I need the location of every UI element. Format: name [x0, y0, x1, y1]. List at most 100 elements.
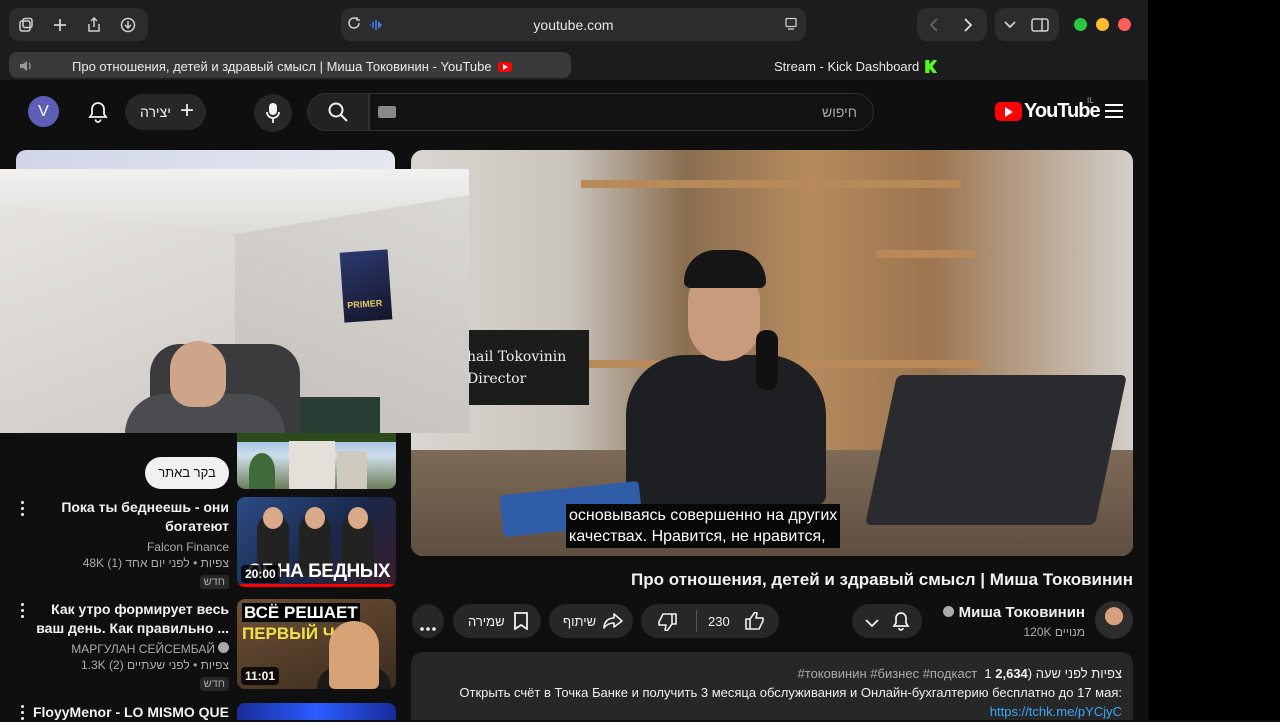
dislike-icon[interactable] [658, 613, 678, 634]
description-text: Открыть счёт в Точка Банке и получить 3 … [459, 685, 1122, 700]
channel-name[interactable]: Falcon Finance [29, 539, 229, 555]
create-label: יצירה [140, 104, 171, 120]
video-host [626, 245, 826, 505]
search-placeholder: חיפוש [822, 104, 857, 120]
close-window-button[interactable] [1118, 18, 1131, 31]
video-stats: 1.3K צפיות • לפני שעתיים (2) [80, 658, 229, 672]
thumbnail-face [348, 507, 368, 529]
microphone-icon [266, 102, 280, 129]
tab-kick[interactable]: Stream - Kick Dashboard [600, 52, 1140, 78]
split-view-icon[interactable] [1025, 8, 1055, 41]
address-bar[interactable]: youtube.com [341, 8, 806, 41]
download-icon[interactable] [111, 8, 145, 41]
channel-name[interactable]: МАРГУЛАН СЕЙСЕМБАЙ [29, 641, 229, 657]
video-shelf [876, 250, 976, 258]
forward-icon[interactable] [951, 8, 985, 41]
reader-icon[interactable] [784, 17, 798, 36]
separator [696, 610, 697, 632]
list-item[interactable]: FloyyMenor - LO MISMO QUE [29, 703, 229, 722]
more-options-icon[interactable] [21, 705, 25, 721]
sidebar-ad-card[interactable] [16, 150, 395, 170]
channel-name-main[interactable]: Миша Токовинин [942, 604, 1085, 621]
description-meta: #токовинин #бизнес #подкаст צפיות לפני ש… [798, 666, 1122, 681]
sign-role: Director [467, 371, 527, 387]
video-thumbnail[interactable] [237, 703, 396, 720]
like-dislike-group: 230 [641, 604, 779, 638]
sidebar-toggle-icon[interactable] [9, 8, 43, 41]
more-options-icon[interactable] [21, 603, 25, 619]
create-button[interactable]: יצירה + [125, 94, 206, 130]
save-button[interactable]: שמירה [453, 604, 541, 638]
search-input[interactable]: חיפוש [369, 93, 874, 131]
tab-youtube[interactable]: Про отношения, детей и здравый смысл | М… [9, 52, 571, 78]
subscribed-button[interactable] [852, 604, 922, 638]
share-button[interactable]: שיתוף [549, 604, 633, 638]
speaker-icon[interactable] [19, 59, 33, 77]
ellipsis-icon [420, 619, 436, 634]
logo-country-code: IL [1087, 96, 1094, 105]
keyboard-icon[interactable] [378, 106, 396, 118]
description-box[interactable]: #токовинин #бизнес #подкаст צפיות לפני ש… [411, 652, 1133, 720]
video-duration: 11:01 [241, 667, 280, 685]
thumbnail-caption-1: ВСЁ РЕШАЕТ [242, 603, 360, 622]
list-item[interactable]: Пока ты беднеешь - они богатеют Falcon F… [29, 498, 229, 590]
more-actions-button[interactable] [412, 604, 444, 638]
video-stats: 48K צפיות • לפני יום אחד (1) [82, 556, 229, 570]
share-icon[interactable] [77, 8, 111, 41]
video-player[interactable]: hail Tokovinin Director основываясь совер… [411, 150, 1133, 556]
video-thumbnail[interactable]: ОГ НА БЕДНЫХ 20:00 [237, 497, 396, 587]
kick-favicon-icon [925, 60, 938, 73]
video-duration: 20:00 [241, 565, 280, 583]
maximize-window-button[interactable] [1074, 18, 1087, 31]
thumbnail-building [337, 451, 367, 489]
video-title: Как утро формирует весь ваш день. Как пр… [36, 601, 229, 636]
new-badge: חדש [199, 575, 229, 589]
search-button[interactable] [307, 93, 369, 131]
description-hashtags[interactable]: #токовинин #бизнес #подкаст [798, 666, 978, 681]
like-count: 230 [708, 614, 730, 629]
visit-site-button[interactable]: בקר באתר [145, 457, 229, 489]
like-icon[interactable] [744, 611, 764, 633]
wall-sticker [300, 397, 380, 433]
subtitle-line-2: качествах. Нравится, не нравится, [569, 528, 826, 545]
browser-window: youtube.com Про отношения, детей и здрав… [0, 0, 1148, 720]
hamburger-menu-icon[interactable] [1105, 104, 1123, 118]
chevron-down-icon[interactable] [995, 8, 1025, 41]
host-shirt [626, 355, 826, 505]
video-thumbnail[interactable] [237, 433, 396, 489]
subtitle-line-1: основываясь совершенно на других [569, 507, 838, 524]
thumbnail-tree [249, 453, 275, 489]
back-icon[interactable] [917, 8, 951, 41]
desktop-background [1148, 0, 1280, 720]
new-badge: חדש [199, 677, 229, 691]
history-nav-group [917, 8, 987, 41]
account-avatar[interactable]: V [28, 96, 59, 127]
more-options-icon[interactable] [21, 501, 25, 517]
minimize-window-button[interactable] [1096, 18, 1109, 31]
description-link[interactable]: https://tchk.me/pYCjyC [990, 704, 1122, 719]
list-item[interactable]: Как утро формирует весь ваш день. Как пр… [29, 600, 229, 692]
tab-strip: Про отношения, детей и здравый смысл | М… [0, 50, 1148, 80]
director-chair-sign: hail Tokovinin Director [461, 330, 589, 405]
notifications-bell-icon[interactable] [81, 95, 115, 129]
voice-search-button[interactable] [254, 94, 292, 132]
poster-text: PRIMER [346, 297, 383, 311]
channel-avatar[interactable] [1095, 601, 1133, 639]
video-subtitles: основываясь совершенно на других качеств… [566, 504, 841, 548]
plus-icon: + [179, 97, 194, 124]
url-text: youtube.com [533, 17, 614, 33]
host-cap [684, 250, 766, 288]
subscriber-count: 120K מנויים [1023, 625, 1085, 639]
sign-name: hail Tokovinin [467, 349, 567, 365]
watch-progress-bar [237, 584, 396, 587]
description-views: 2,634 [995, 666, 1028, 681]
verified-icon [218, 642, 229, 653]
bookmark-icon [514, 612, 528, 633]
thumbnail-face [263, 507, 283, 529]
video-thumbnail[interactable]: ВСЁ РЕШАЕТ ПЕРВЫЙ ЧАС 11:01 [237, 599, 396, 689]
save-label: שמירה [468, 614, 505, 629]
new-tab-icon[interactable] [43, 8, 77, 41]
webcam-overlay: PRIMER [0, 169, 469, 433]
verified-icon [942, 606, 954, 617]
laptop [865, 375, 1127, 525]
